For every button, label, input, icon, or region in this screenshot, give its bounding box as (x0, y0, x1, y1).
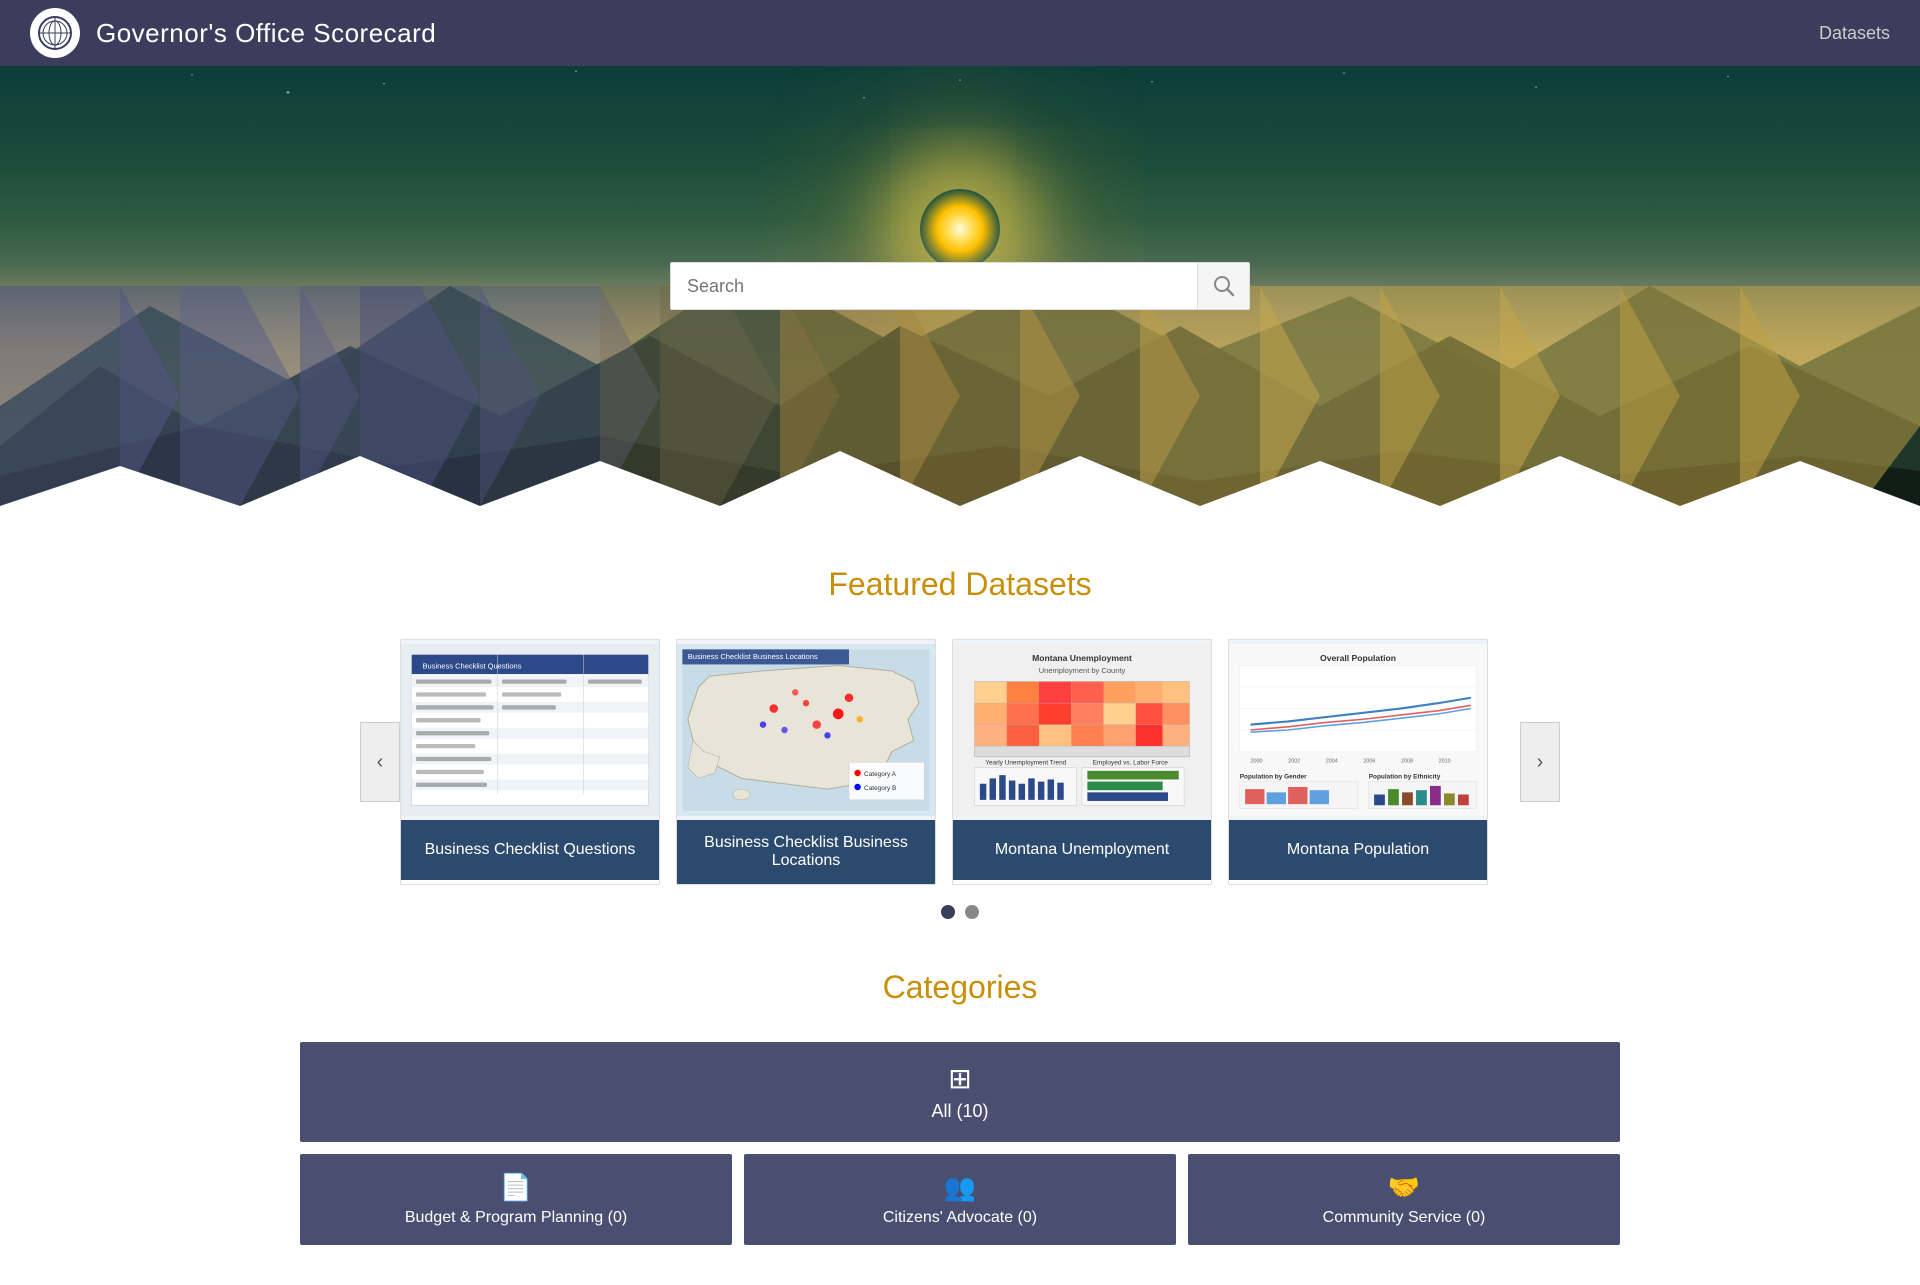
carousel-dots (0, 905, 1920, 919)
category-all[interactable]: ⊞ All (10) (300, 1042, 1620, 1142)
card-label-4: Montana Population (1229, 820, 1487, 880)
svg-text:Population by Ethnicity: Population by Ethnicity (1369, 773, 1441, 780)
card-thumbnail-3: Montana Unemployment Unemployment by Cou… (953, 640, 1211, 820)
site-title: Governor's Office Scorecard (96, 18, 436, 49)
svg-text:Business Checklist Questions: Business Checklist Questions (423, 662, 522, 671)
all-icon: ⊞ (948, 1062, 971, 1095)
category-item[interactable]: 🤝 Community Service (0) (1188, 1154, 1620, 1245)
header: Governor's Office Scorecard Datasets (0, 0, 1920, 66)
search-input[interactable] (671, 263, 1197, 309)
svg-text:Category A: Category A (864, 771, 897, 778)
carousel-dot-2[interactable] (965, 905, 979, 919)
card-label-1: Business Checklist Questions (401, 820, 659, 880)
dataset-card[interactable]: Montana Unemployment Unemployment by Cou… (952, 639, 1212, 885)
categories-title: Categories (40, 969, 1880, 1006)
featured-title: Featured Datasets (0, 566, 1920, 603)
categories-section: Categories ⊞ All (10) 📄 Budget & Program… (0, 969, 1920, 1245)
svg-text:Montana Unemployment: Montana Unemployment (1032, 653, 1132, 663)
nav-datasets[interactable]: Datasets (1819, 23, 1890, 44)
category-item[interactable]: 👥 Citizens' Advocate (0) (744, 1154, 1176, 1245)
svg-text:2010: 2010 (1439, 758, 1451, 764)
category-citizens-label: Citizens' Advocate (0) (883, 1209, 1037, 1227)
featured-datasets-section: Featured Datasets ‹ Business Checklist Q… (0, 566, 1920, 919)
svg-text:Employed vs. Labor Force: Employed vs. Labor Force (1093, 759, 1169, 766)
search-box (670, 262, 1250, 310)
main-content: Featured Datasets ‹ Business Checklist Q… (0, 506, 1920, 1285)
svg-text:Unemployment by County: Unemployment by County (1039, 666, 1126, 675)
svg-text:Overall Population: Overall Population (1320, 653, 1396, 663)
search-button[interactable] (1197, 263, 1249, 309)
logo[interactable] (30, 8, 80, 58)
category-budget-label: Budget & Program Planning (0) (405, 1209, 627, 1227)
dataset-card[interactable]: Category A Category B Business Checklist… (676, 639, 936, 885)
community-icon: 🤝 (1388, 1172, 1420, 1203)
logo-icon (37, 15, 73, 51)
card-thumbnail-2: Category A Category B Business Checklist… (677, 640, 935, 820)
svg-text:Population by Gender: Population by Gender (1240, 773, 1307, 780)
svg-text:2006: 2006 (1363, 758, 1375, 764)
citizens-icon: 👥 (944, 1172, 976, 1203)
hex-overlay (0, 286, 1920, 506)
svg-text:Business Checklist Business Lo: Business Checklist Business Locations (688, 652, 818, 661)
category-community-label: Community Service (0) (1323, 1209, 1486, 1227)
search-icon (1213, 275, 1235, 297)
svg-text:2002: 2002 (1288, 758, 1300, 764)
category-item[interactable]: 📄 Budget & Program Planning (0) (300, 1154, 732, 1245)
carousel-dot-1[interactable] (941, 905, 955, 919)
svg-text:2004: 2004 (1326, 758, 1338, 764)
budget-icon: 📄 (500, 1172, 532, 1203)
card-label-2: Business Checklist Business Locations (677, 820, 935, 884)
card-thumbnail-4: Overall Population 2000 2002 2004 2006 (1229, 640, 1487, 820)
card-thumbnail-1: Business Checklist Questions (401, 640, 659, 820)
carousel-items: Business Checklist Questions (400, 639, 1520, 885)
carousel-prev[interactable]: ‹ (360, 722, 400, 802)
hero-section (0, 66, 1920, 506)
svg-text:2008: 2008 (1401, 758, 1413, 764)
category-all-label: All (10) (931, 1101, 988, 1122)
svg-text:Yearly Unemployment Trend: Yearly Unemployment Trend (985, 759, 1066, 766)
carousel: ‹ Business Checklist Questions (0, 639, 1920, 885)
categories-row: 📄 Budget & Program Planning (0) 👥 Citize… (300, 1154, 1620, 1245)
search-container (670, 262, 1250, 310)
svg-text:Category B: Category B (864, 785, 896, 792)
dataset-card[interactable]: Overall Population 2000 2002 2004 2006 (1228, 639, 1488, 885)
carousel-next[interactable]: › (1520, 722, 1560, 802)
dataset-card[interactable]: Business Checklist Questions (400, 639, 660, 885)
card-label-3: Montana Unemployment (953, 820, 1211, 880)
svg-text:2000: 2000 (1251, 758, 1263, 764)
